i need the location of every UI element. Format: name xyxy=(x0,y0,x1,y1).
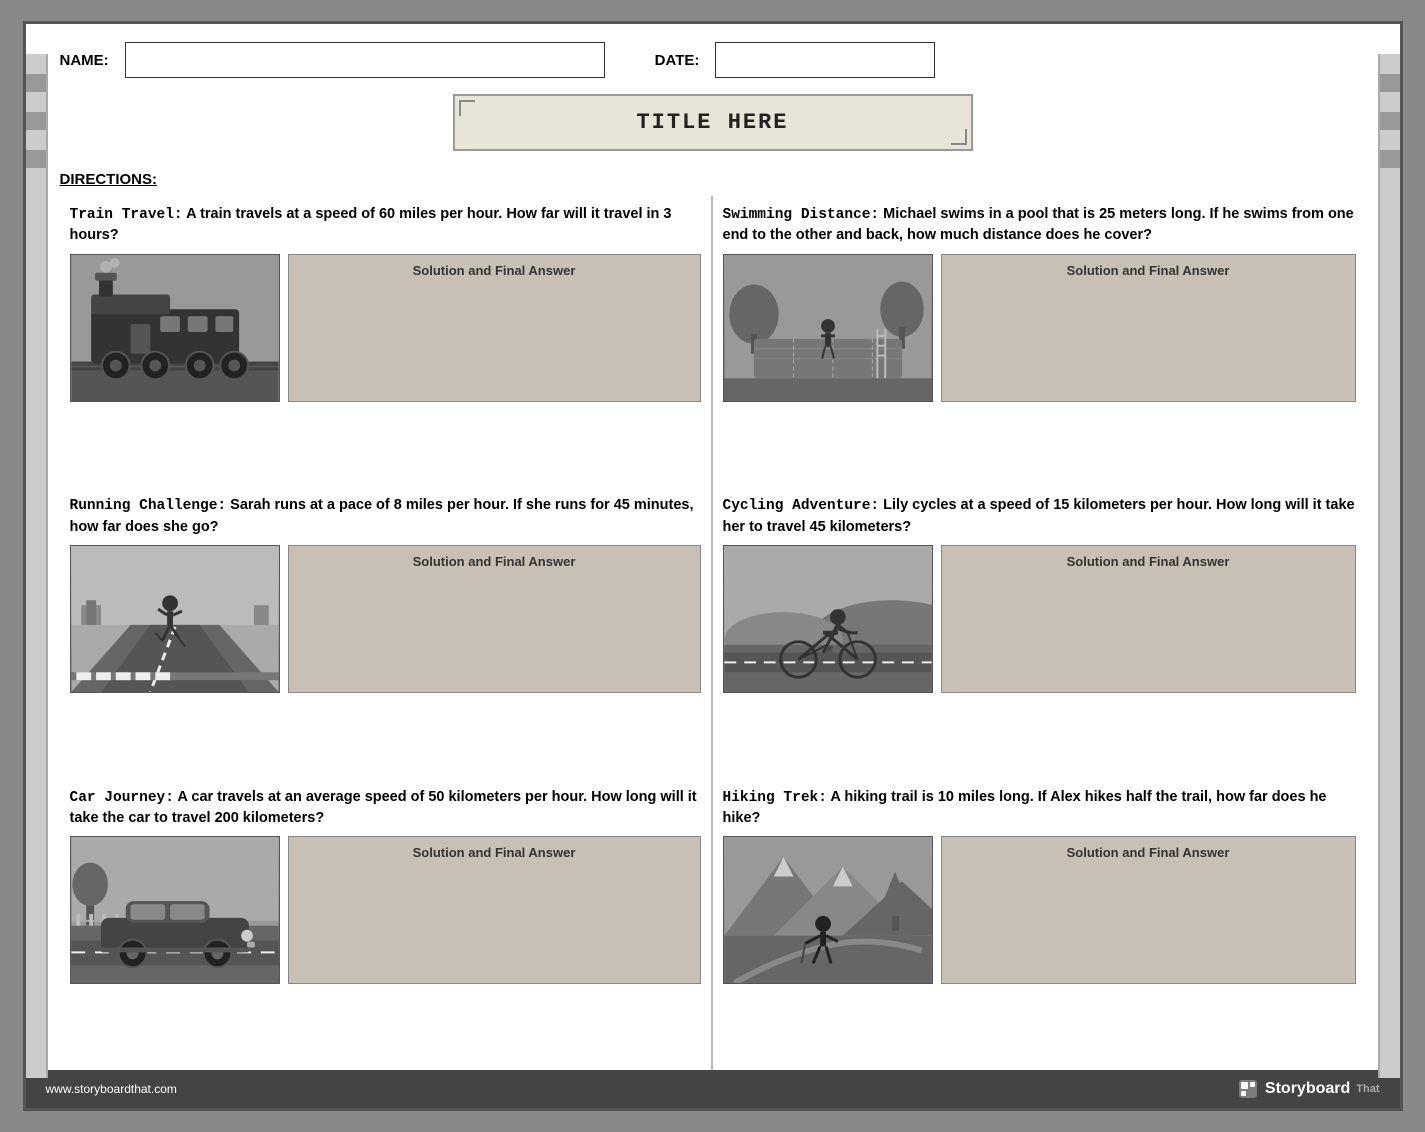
side-bar-left xyxy=(26,54,48,1078)
problem-car: Car Journey: A car travels at an average… xyxy=(60,779,713,1070)
directions-label: DIRECTIONS: xyxy=(60,171,1366,188)
problem-swimming-content: Solution and Final Answer xyxy=(723,254,1356,402)
problem-car-content: Solution and Final Answer xyxy=(70,836,701,984)
problem-running-title: Running Challenge: Sarah runs at a pace … xyxy=(70,495,701,537)
footer-logo-suffix: That xyxy=(1356,1083,1379,1095)
date-label: DATE: xyxy=(655,52,700,69)
name-label: NAME: xyxy=(60,52,109,69)
problem-hiking-content: Solution and Final Answer xyxy=(723,836,1356,984)
hiking-solution-label: Solution and Final Answer xyxy=(950,845,1347,860)
footer-url: www.storyboardthat.com xyxy=(46,1082,177,1096)
problem-cycling-title: Cycling Adventure: Lily cycles at a spee… xyxy=(723,495,1356,537)
train-image xyxy=(70,254,280,402)
problem-hiking-title: Hiking Trek: A hiking trail is 10 miles … xyxy=(723,787,1356,829)
title-box: TITLE HERE xyxy=(453,94,973,151)
problem-hiking-bold: Hiking Trek: xyxy=(723,790,827,806)
problems-grid: Train Travel: A train travels at a speed… xyxy=(50,196,1376,1070)
cycling-solution-label: Solution and Final Answer xyxy=(950,554,1347,569)
right-notch-3 xyxy=(1380,150,1400,168)
hiking-solution-box: Solution and Final Answer xyxy=(941,836,1356,984)
running-solution-label: Solution and Final Answer xyxy=(297,554,692,569)
footer-logo-text: Storyboard xyxy=(1265,1080,1350,1098)
car-solution-box: Solution and Final Answer xyxy=(288,836,701,984)
storyboard-icon xyxy=(1237,1078,1259,1100)
cycling-image xyxy=(723,545,933,693)
hiking-image xyxy=(723,836,933,984)
problem-swimming-bold: Swimming Distance: xyxy=(723,207,880,223)
car-image xyxy=(70,836,280,984)
car-solution-label: Solution and Final Answer xyxy=(297,845,692,860)
footer-logo: Storyboard That xyxy=(1237,1078,1380,1100)
train-solution-box: Solution and Final Answer xyxy=(288,254,701,402)
problem-cycling-content: Solution and Final Answer xyxy=(723,545,1356,693)
footer: www.storyboardthat.com Storyboard That xyxy=(26,1070,1400,1108)
swimming-solution-box: Solution and Final Answer xyxy=(941,254,1356,402)
problem-cycling-bold: Cycling Adventure: xyxy=(723,498,880,514)
side-bar-right xyxy=(1378,54,1400,1078)
problem-cycling: Cycling Adventure: Lily cycles at a spee… xyxy=(713,487,1366,778)
problem-train-content: Solution and Final Answer xyxy=(70,254,701,402)
swimming-solution-label: Solution and Final Answer xyxy=(950,263,1347,278)
problem-car-title: Car Journey: A car travels at an average… xyxy=(70,787,701,829)
problem-swimming-title: Swimming Distance: Michael swims in a po… xyxy=(723,204,1356,246)
problem-running-content: Solution and Final Answer xyxy=(70,545,701,693)
name-input[interactable] xyxy=(125,42,605,78)
problem-hiking: Hiking Trek: A hiking trail is 10 miles … xyxy=(713,779,1366,1070)
right-notch-1 xyxy=(1380,74,1400,92)
running-solution-box: Solution and Final Answer xyxy=(288,545,701,693)
problem-train-bold: Train Travel: xyxy=(70,207,183,223)
left-notch-1 xyxy=(26,74,46,92)
cycling-solution-box: Solution and Final Answer xyxy=(941,545,1356,693)
swimming-image xyxy=(723,254,933,402)
problem-train-title: Train Travel: A train travels at a speed… xyxy=(70,204,701,246)
content-area: NAME: DATE: TITLE HERE DIRECTIONS: Train… xyxy=(50,24,1376,1070)
problem-car-bold: Car Journey: xyxy=(70,790,174,806)
title-text: TITLE HERE xyxy=(636,110,788,135)
train-solution-label: Solution and Final Answer xyxy=(297,263,692,278)
date-input[interactable] xyxy=(715,42,935,78)
problem-running: Running Challenge: Sarah runs at a pace … xyxy=(60,487,713,778)
right-notch-2 xyxy=(1380,112,1400,130)
left-notch-2 xyxy=(26,112,46,130)
page-wrapper: NAME: DATE: TITLE HERE DIRECTIONS: Train… xyxy=(23,21,1403,1111)
header: NAME: DATE: xyxy=(50,24,1376,88)
problem-swimming: Swimming Distance: Michael swims in a po… xyxy=(713,196,1366,487)
left-notch-3 xyxy=(26,150,46,168)
problem-train: Train Travel: A train travels at a speed… xyxy=(60,196,713,487)
problem-running-bold: Running Challenge: xyxy=(70,498,227,514)
running-image xyxy=(70,545,280,693)
